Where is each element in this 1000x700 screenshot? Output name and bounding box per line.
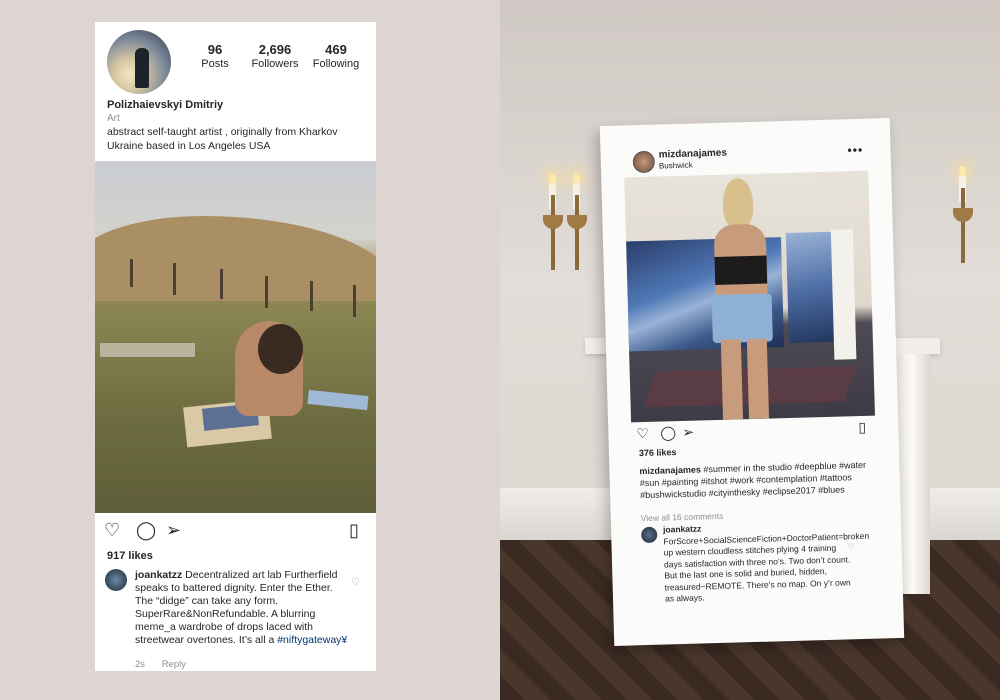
poster-avatar xyxy=(632,150,656,174)
following-label: Following xyxy=(312,58,360,70)
profile-name: Polizhaievskyi Dmitriy xyxy=(107,99,224,111)
share-icon[interactable]: ➢ xyxy=(166,520,181,540)
printed-comment-username: joankatzz xyxy=(662,523,702,535)
commenter-avatar[interactable] xyxy=(105,569,127,591)
comment-like-icon[interactable]: ♡ xyxy=(351,577,360,588)
likes-count[interactable]: 917 likes xyxy=(107,550,153,562)
printed-comment: joankatzz ForScore+SocialScienceFiction+D… xyxy=(662,519,869,605)
printed-comment-like-icon: ♡ xyxy=(847,542,855,552)
reply-link[interactable]: Reply xyxy=(162,659,186,670)
heart-icon: ♡ xyxy=(636,424,650,442)
profile-bio: abstract self-taught artist , originally… xyxy=(107,126,338,152)
printed-commenter-avatar xyxy=(641,526,658,544)
bookmark-icon: ▯ xyxy=(858,418,867,436)
heart-icon[interactable]: ♡ xyxy=(104,520,120,540)
printed-post-actions: ♡ ◯ ➢ ▯ xyxy=(636,419,871,446)
comment-icon[interactable]: ◯ xyxy=(136,520,156,540)
printed-likes-count: 376 likes xyxy=(638,447,677,459)
wall-sconce-left xyxy=(540,173,566,275)
poster-location: Bushwick xyxy=(658,160,693,171)
printed-comment-body: ForScore+SocialScienceFiction+DoctorPati… xyxy=(663,530,870,604)
posts-count: 96 xyxy=(207,42,223,57)
followers-label: Followers xyxy=(251,58,299,70)
wall-sconce-left-2 xyxy=(564,173,590,275)
profile-avatar[interactable] xyxy=(107,30,171,94)
post-photo[interactable] xyxy=(95,161,376,513)
following-stat[interactable]: 469 Following xyxy=(310,42,362,70)
printed-post-photo xyxy=(624,170,875,423)
more-options-icon: ••• xyxy=(847,142,864,158)
comment-hashtag[interactable]: #niftygateway¥ xyxy=(277,634,347,646)
printed-instagram-post: mizdanajames Bushwick ••• ♡ ◯ ➢ ▯ 376 li… xyxy=(599,118,905,646)
left-instagram-post: 96 Posts 2,696 Followers 469 Following P… xyxy=(95,22,376,671)
wall-sconce-right xyxy=(950,166,976,268)
posts-stat[interactable]: 96 Posts xyxy=(195,42,235,70)
printed-caption: mizdanajames #summer in the studio #deep… xyxy=(639,459,875,502)
profile-category: Art xyxy=(107,113,120,124)
share-icon: ➢ xyxy=(682,423,695,440)
following-count: 469 xyxy=(325,42,347,57)
comment-text: joankatzz Decentralized art lab Furtherf… xyxy=(135,569,350,647)
view-comments-link: View all 16 comments xyxy=(640,510,724,524)
followers-stat[interactable]: 2,696 Followers xyxy=(247,42,303,70)
posts-label: Posts xyxy=(201,58,229,70)
followers-count: 2,696 xyxy=(258,42,292,57)
poster-username: mizdanajames xyxy=(658,147,728,161)
comment-icon: ◯ xyxy=(660,424,677,441)
caption-username: mizdanajames xyxy=(639,464,702,477)
post-actions: ♡ ◯ ➢ ▯ xyxy=(104,520,369,542)
bookmark-icon[interactable]: ▯ xyxy=(349,520,359,540)
comment-meta: 2s Reply xyxy=(135,659,200,670)
comment-time: 2s xyxy=(135,659,146,670)
comment-username[interactable]: joankatzz xyxy=(135,569,182,581)
